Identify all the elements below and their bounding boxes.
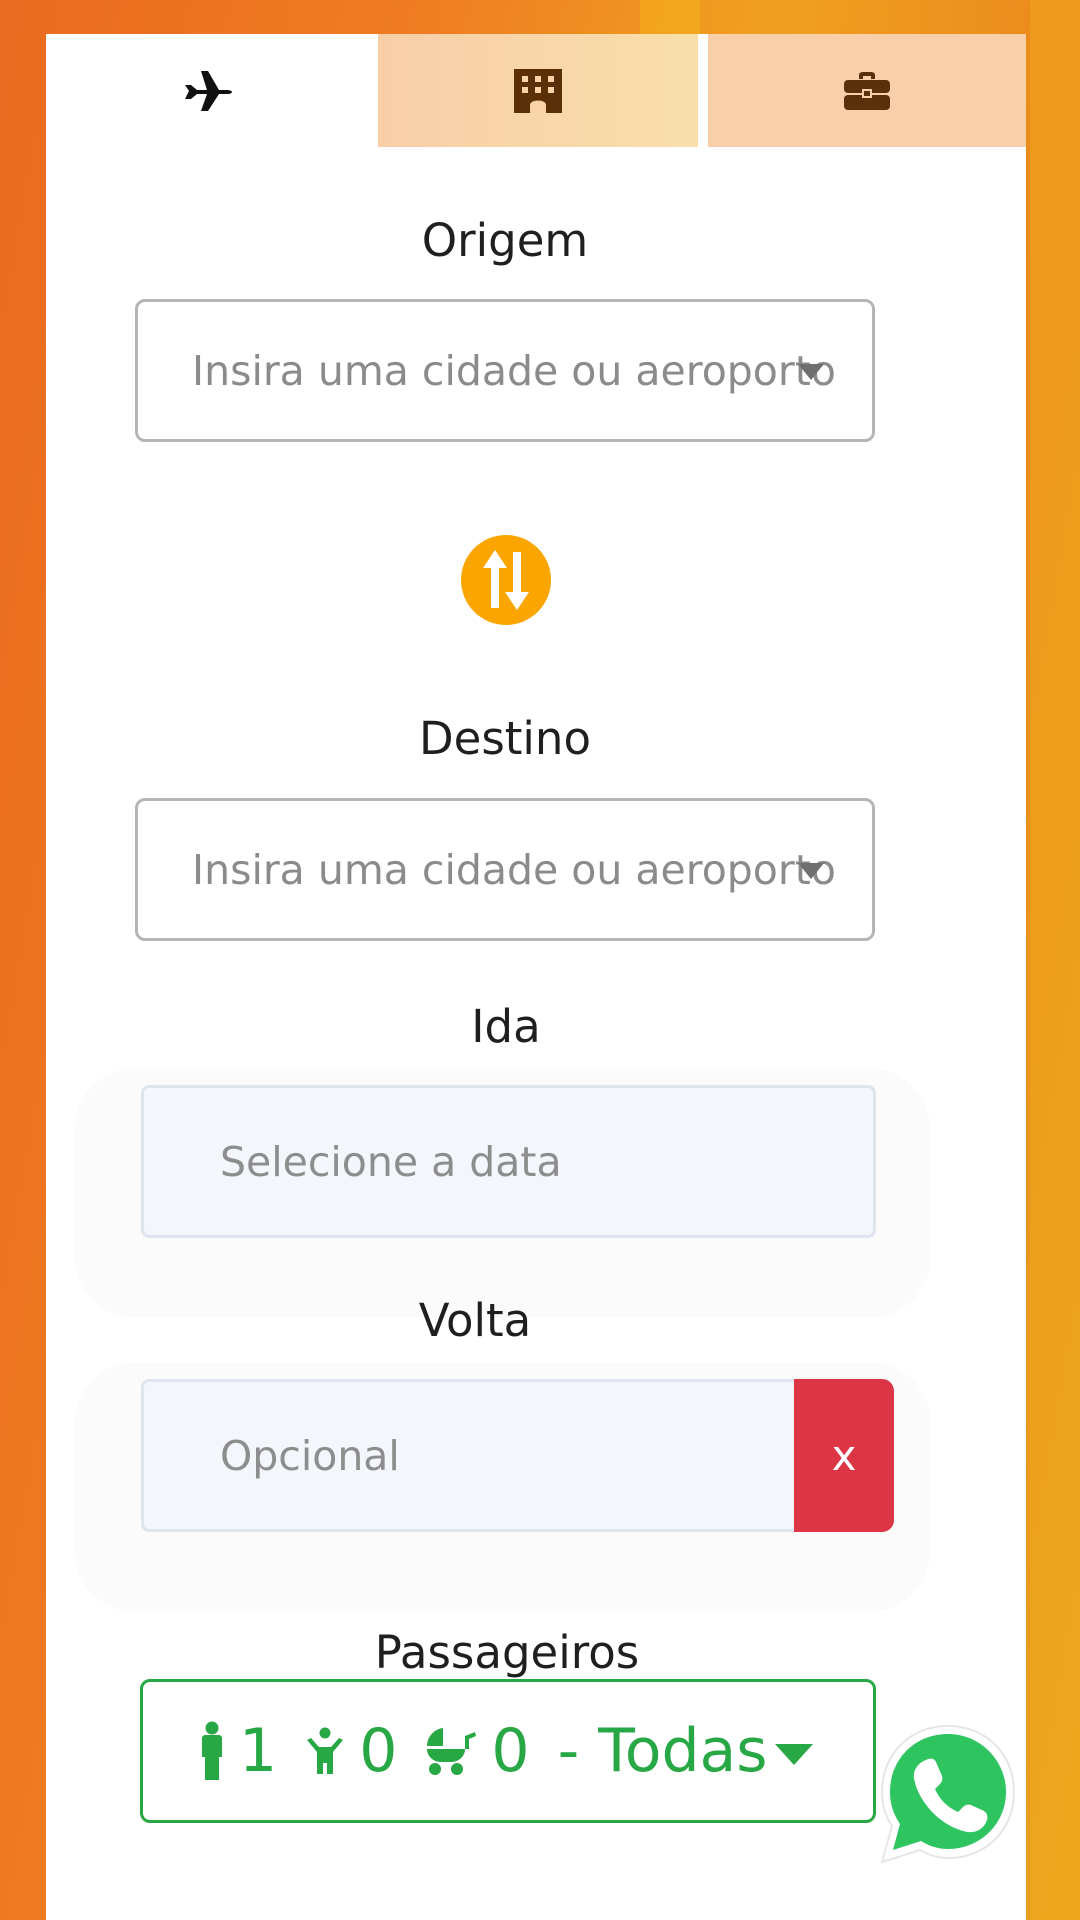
- departure-date-input[interactable]: Selecione a data: [141, 1085, 876, 1238]
- tab-packages[interactable]: [708, 34, 1026, 147]
- destination-label: Destino: [419, 712, 591, 765]
- tab-flights[interactable]: [46, 34, 368, 147]
- adult-icon: [199, 1721, 225, 1781]
- search-tabs: [46, 34, 1026, 147]
- destination-placeholder: Insira uma cidade ou aeroporto: [192, 845, 836, 894]
- departure-label: Ida: [471, 1000, 541, 1053]
- cabin-class: - Todas: [557, 1716, 768, 1786]
- return-date-input[interactable]: Opcional: [141, 1379, 801, 1532]
- origin-label: Origem: [421, 214, 589, 267]
- destination-select[interactable]: Insira uma cidade ou aeroporto: [135, 798, 875, 941]
- plane-icon: [185, 70, 232, 111]
- tab-hotels[interactable]: [378, 34, 698, 147]
- background-streak: [1030, 0, 1080, 1920]
- chevron-down-icon: [775, 1744, 813, 1765]
- return-placeholder: Opcional: [220, 1431, 400, 1480]
- swap-arrows-icon: [483, 550, 529, 610]
- passengers-label: Passageiros: [374, 1626, 640, 1679]
- clear-return-button[interactable]: x: [794, 1379, 894, 1532]
- baby-carriage-icon: [425, 1726, 477, 1776]
- passengers-select[interactable]: 1 0 0 - Todas: [140, 1679, 876, 1823]
- swap-button[interactable]: [461, 535, 551, 625]
- infants-count: 0: [491, 1716, 530, 1786]
- hotel-icon: [514, 68, 562, 113]
- whatsapp-icon: [880, 1724, 1016, 1864]
- children-count: 0: [359, 1716, 398, 1786]
- suitcase-icon: [844, 71, 890, 110]
- child-icon: [305, 1727, 345, 1775]
- whatsapp-button[interactable]: [876, 1722, 1020, 1866]
- chevron-down-icon: [798, 863, 824, 879]
- chevron-down-icon: [798, 364, 824, 380]
- origin-select[interactable]: Insira uma cidade ou aeroporto: [135, 299, 875, 442]
- departure-placeholder: Selecione a data: [220, 1137, 562, 1186]
- adults-count: 1: [239, 1716, 278, 1786]
- origin-placeholder: Insira uma cidade ou aeroporto: [192, 346, 836, 395]
- return-label: Volta: [418, 1294, 532, 1347]
